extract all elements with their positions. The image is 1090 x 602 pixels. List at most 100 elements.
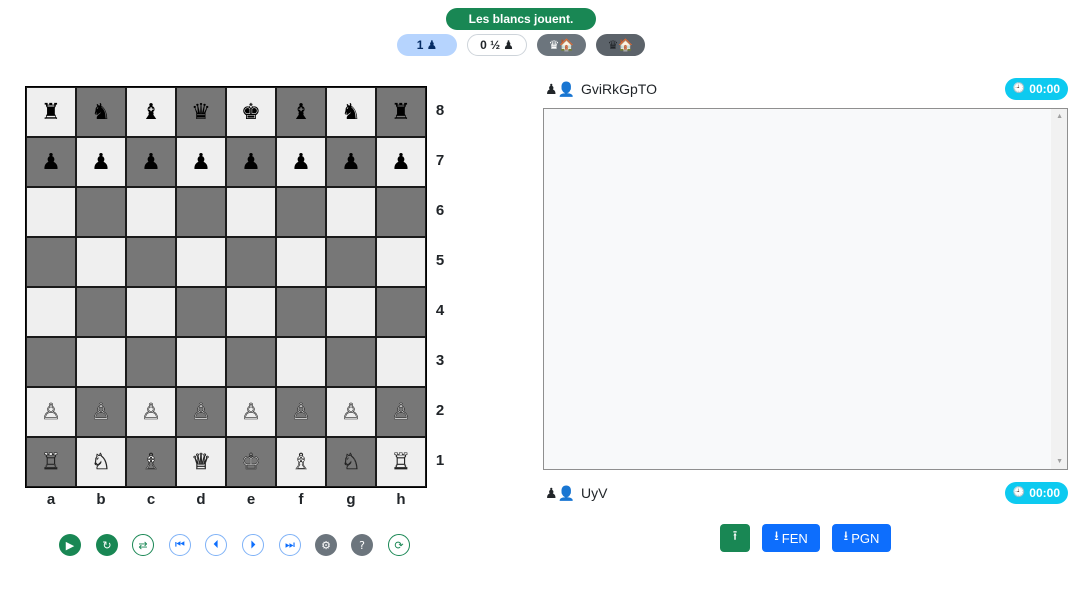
chess-piece[interactable]: ♟ — [341, 150, 361, 175]
square-f6[interactable] — [276, 187, 326, 237]
square-d7[interactable]: ♟ — [176, 137, 226, 187]
settings-button[interactable]: ⚙ — [315, 534, 337, 556]
square-e3[interactable] — [226, 337, 276, 387]
square-d1[interactable]: ♕ — [176, 437, 226, 487]
square-c4[interactable] — [126, 287, 176, 337]
fen-button[interactable]: ⭳ FEN — [762, 524, 820, 552]
chess-piece[interactable]: ♜ — [41, 100, 61, 125]
scroll-down-icon[interactable]: ▼ — [1056, 458, 1063, 465]
square-a3[interactable] — [26, 337, 76, 387]
square-c2[interactable]: ♙ — [126, 387, 176, 437]
square-e5[interactable] — [226, 237, 276, 287]
chess-piece[interactable]: ♔ — [241, 449, 261, 475]
chess-piece[interactable]: ♘ — [341, 449, 361, 475]
move-list[interactable]: ▲ ▼ — [543, 108, 1068, 470]
chess-piece[interactable]: ♙ — [41, 399, 61, 425]
chess-piece[interactable]: ♝ — [291, 100, 311, 125]
chess-piece[interactable]: ♙ — [241, 399, 261, 425]
chess-piece[interactable]: ♕ — [191, 449, 211, 475]
redo-button[interactable]: ↻ — [96, 534, 118, 556]
pgn-button[interactable]: ⭳ PGN — [832, 524, 891, 552]
refresh-button[interactable]: ⟳ — [388, 534, 410, 556]
square-d4[interactable] — [176, 287, 226, 337]
square-e1[interactable]: ♔ — [226, 437, 276, 487]
square-b5[interactable] — [76, 237, 126, 287]
flip-board-button[interactable]: ⇄ — [132, 534, 154, 556]
square-h8[interactable]: ♜ — [376, 87, 426, 137]
square-b3[interactable] — [76, 337, 126, 387]
square-d3[interactable] — [176, 337, 226, 387]
square-g2[interactable]: ♙ — [326, 387, 376, 437]
square-b8[interactable]: ♞ — [76, 87, 126, 137]
chess-piece[interactable]: ♚ — [241, 100, 261, 125]
chess-board[interactable]: ♜ ♞ ♝ ♛ ♚ ♝ ♞ ♜ ♟ ♟ ♟ ♟ ♟ ♟ ♟ ♟ ♙ ♙ ♙ ♙ ♙ ♙ ♙ ♙ ♖ ♘ ♗ ♕ ♔ ♗ ♘ ♖ — [25, 86, 427, 488]
square-f2[interactable]: ♙ — [276, 387, 326, 437]
chess-piece[interactable]: ♝ — [141, 100, 161, 125]
square-d6[interactable] — [176, 187, 226, 237]
square-d2[interactable]: ♙ — [176, 387, 226, 437]
chess-piece[interactable]: ♟ — [91, 150, 111, 175]
chess-piece[interactable]: ♖ — [391, 449, 411, 475]
square-g3[interactable] — [326, 337, 376, 387]
chess-piece[interactable]: ♛ — [191, 100, 211, 125]
square-b7[interactable]: ♟ — [76, 137, 126, 187]
square-g8[interactable]: ♞ — [326, 87, 376, 137]
square-c8[interactable]: ♝ — [126, 87, 176, 137]
square-c5[interactable] — [126, 237, 176, 287]
chess-piece[interactable]: ♘ — [91, 449, 111, 475]
play-button[interactable]: ▶ — [59, 534, 81, 556]
chess-piece[interactable]: ♟ — [41, 150, 61, 175]
square-d8[interactable]: ♛ — [176, 87, 226, 137]
chess-piece[interactable]: ♙ — [91, 399, 111, 425]
scroll-up-icon[interactable]: ▲ — [1056, 113, 1063, 120]
square-h1[interactable]: ♖ — [376, 437, 426, 487]
square-g4[interactable] — [326, 287, 376, 337]
chess-piece[interactable]: ♙ — [291, 399, 311, 425]
square-a1[interactable]: ♖ — [26, 437, 76, 487]
chess-piece[interactable]: ♞ — [341, 100, 361, 125]
square-g6[interactable] — [326, 187, 376, 237]
chess-piece[interactable]: ♞ — [91, 100, 111, 125]
square-e8[interactable]: ♚ — [226, 87, 276, 137]
help-button[interactable]: ? — [351, 534, 373, 556]
chess-piece[interactable]: ♟ — [191, 150, 211, 175]
square-h6[interactable] — [376, 187, 426, 237]
chess-piece[interactable]: ♙ — [141, 399, 161, 425]
chess-piece[interactable]: ♟ — [241, 150, 261, 175]
scrollbar[interactable]: ▲ ▼ — [1051, 109, 1067, 469]
square-b2[interactable]: ♙ — [76, 387, 126, 437]
chess-piece[interactable]: ♟ — [141, 150, 161, 175]
square-f1[interactable]: ♗ — [276, 437, 326, 487]
square-g5[interactable] — [326, 237, 376, 287]
square-f5[interactable] — [276, 237, 326, 287]
square-c6[interactable] — [126, 187, 176, 237]
chess-piece[interactable]: ♗ — [141, 449, 161, 475]
square-f3[interactable] — [276, 337, 326, 387]
chess-piece[interactable]: ♙ — [191, 399, 211, 425]
chess-piece[interactable]: ♟ — [291, 150, 311, 175]
square-e2[interactable]: ♙ — [226, 387, 276, 437]
square-h7[interactable]: ♟ — [376, 137, 426, 187]
square-d5[interactable] — [176, 237, 226, 287]
last-move-button[interactable]: ⏭ — [279, 534, 301, 556]
previous-move-button[interactable]: ⏴ — [205, 534, 227, 556]
next-move-button[interactable]: ⏵ — [242, 534, 264, 556]
square-a6[interactable] — [26, 187, 76, 237]
chess-piece[interactable]: ♜ — [391, 100, 411, 125]
square-f8[interactable]: ♝ — [276, 87, 326, 137]
chess-piece[interactable]: ♙ — [391, 399, 411, 425]
square-b4[interactable] — [76, 287, 126, 337]
square-b6[interactable] — [76, 187, 126, 237]
black-home-button[interactable]: ♛🏠 — [596, 34, 645, 56]
first-move-button[interactable]: ⏮ — [169, 534, 191, 556]
square-a7[interactable]: ♟ — [26, 137, 76, 187]
square-e6[interactable] — [226, 187, 276, 237]
upload-button[interactable]: ⭱ — [720, 524, 750, 552]
chess-piece[interactable]: ♗ — [291, 449, 311, 475]
square-a4[interactable] — [26, 287, 76, 337]
square-f4[interactable] — [276, 287, 326, 337]
white-home-button[interactable]: ♛🏠 — [537, 34, 586, 56]
square-a8[interactable]: ♜ — [26, 87, 76, 137]
square-f7[interactable]: ♟ — [276, 137, 326, 187]
square-e4[interactable] — [226, 287, 276, 337]
